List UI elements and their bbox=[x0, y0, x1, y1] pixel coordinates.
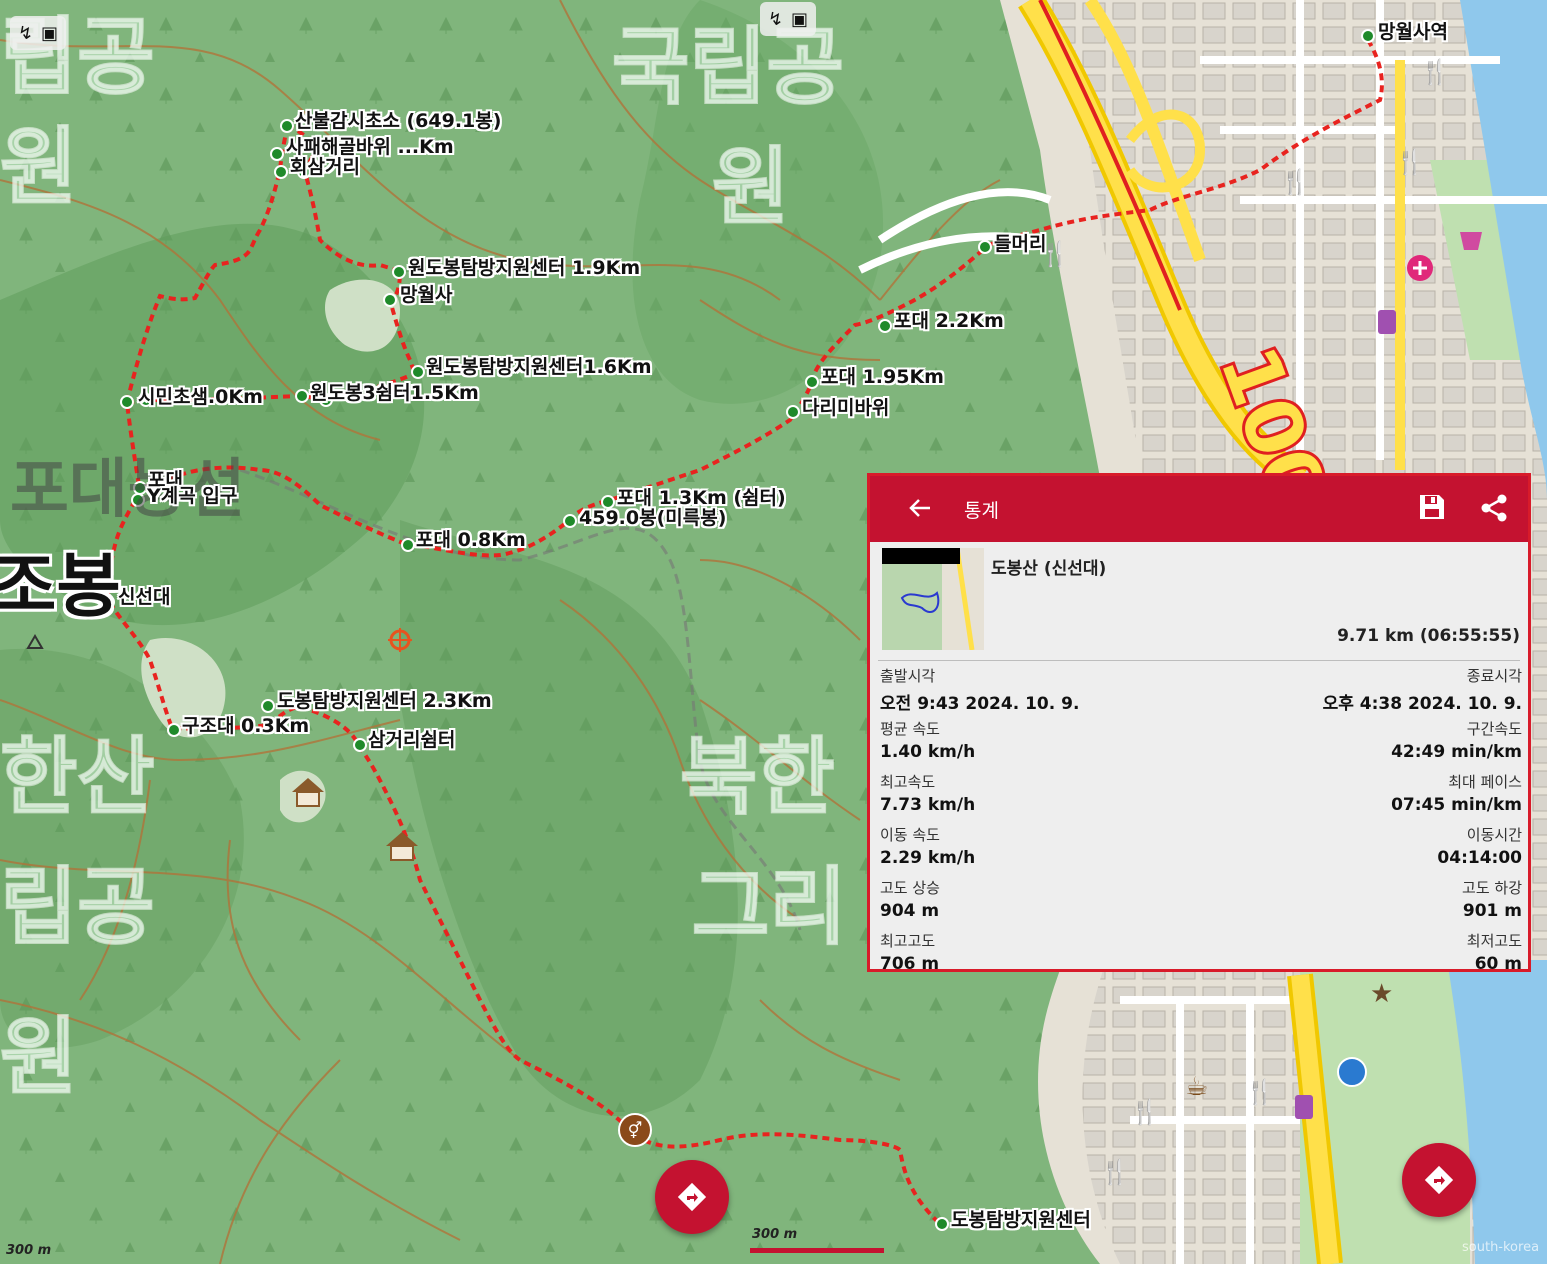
stat-label: 고도 상승 bbox=[880, 879, 940, 897]
stat-label: 출발시각 bbox=[880, 667, 936, 685]
track-header: 도봉산 (신선대) 9.71 km (06:55:55) bbox=[878, 542, 1520, 661]
svg-text:🍴: 🍴 bbox=[1245, 1078, 1275, 1106]
park-label: 원 bbox=[0, 117, 78, 217]
waypoint-label[interactable]: 회삼거리 bbox=[290, 152, 360, 179]
stat-label: 평균 속도 bbox=[880, 720, 940, 738]
navigate-icon bbox=[677, 1182, 707, 1212]
svg-text:🍴: 🍴 bbox=[1395, 148, 1425, 176]
track-thumbnail[interactable] bbox=[882, 548, 984, 650]
navigate-icon bbox=[1424, 1165, 1454, 1195]
track-summary: 9.71 km (06:55:55) bbox=[1337, 626, 1520, 646]
waypoint-label[interactable]: 삼거리쉼터 bbox=[368, 725, 455, 752]
svg-text:🍴: 🍴 bbox=[1420, 58, 1450, 86]
stat-label: 최대 페이스 bbox=[1448, 773, 1522, 791]
hospital-icon bbox=[1407, 255, 1433, 281]
track-name: 도봉산 (신선대) bbox=[991, 559, 1107, 579]
stat-label: 이동시간 bbox=[1466, 826, 1522, 844]
stat-value: 07:45 min/km bbox=[1391, 795, 1522, 815]
statistics-panel: 통계 도봉산 (신선대) 9.71 km (06:55:55) 출발시각 오전 … bbox=[867, 473, 1531, 974]
stat-row: 고도 상승 904 m 고도 하강 901 m bbox=[870, 874, 1528, 927]
navigate-button[interactable] bbox=[1402, 1143, 1476, 1217]
toolbar-title: 통계 bbox=[964, 500, 999, 522]
waypoint-label[interactable]: 포대 2.2Km bbox=[894, 306, 1004, 333]
waypoint-label[interactable]: 원도봉탐방지원센터1.6Km bbox=[426, 352, 652, 379]
stat-label: 최저고도 bbox=[1466, 932, 1522, 950]
stat-row: 평균 속도 1.40 km/h 구간속도 42:49 min/km bbox=[870, 715, 1528, 768]
waypoint-label[interactable]: Y계곡 입구 bbox=[147, 481, 237, 508]
stat-value: 2.29 km/h bbox=[880, 848, 976, 868]
waypoint-label[interactable]: 들머리 bbox=[994, 229, 1046, 256]
waypoint-label[interactable]: 신선대 bbox=[118, 582, 170, 609]
waypoint-label[interactable]: 다리미바위 bbox=[802, 393, 889, 420]
waypoint-label[interactable]: 산불감시초소 (649.1봉) bbox=[295, 106, 501, 133]
stat-value: 1.40 km/h bbox=[880, 742, 976, 762]
cafe-icon: ☕ bbox=[1185, 1072, 1208, 1102]
park-label: 한산 bbox=[0, 727, 156, 827]
layers-icon: ▣ bbox=[791, 8, 809, 29]
waypoint-label[interactable]: 포대 1.95Km bbox=[821, 362, 944, 389]
scale-bar bbox=[750, 1248, 884, 1253]
svg-text:★: ★ bbox=[1370, 979, 1393, 1009]
star-icon: ★ bbox=[1370, 979, 1393, 1009]
stat-row: 최고고도 706 m 최저고도 60 m bbox=[870, 927, 1528, 980]
map-mode-toggle[interactable]: ↯ ▣ bbox=[10, 16, 66, 50]
stat-label: 고도 하강 bbox=[1462, 879, 1522, 897]
waypoint-label[interactable]: 망월사역 bbox=[1378, 17, 1448, 44]
stat-label: 최고고도 bbox=[880, 932, 936, 950]
waypoint-label[interactable]: 망월사 bbox=[400, 280, 452, 307]
waypoint-label[interactable]: 원도봉3쉼터1.5Km bbox=[310, 378, 479, 405]
stat-label: 최고속도 bbox=[880, 773, 936, 791]
waypoint-label[interactable]: 도봉탐방지원센터 2.3Km bbox=[277, 686, 492, 713]
waypoint-label[interactable]: 시민초샘.0Km bbox=[138, 382, 263, 409]
toilet-icon: ⚥ bbox=[618, 1113, 652, 1147]
stat-label: 이동 속도 bbox=[880, 826, 940, 844]
scale-label: 300 m bbox=[6, 1243, 52, 1258]
scale-label: 300 m bbox=[752, 1227, 798, 1242]
waypoint-label[interactable]: 구조대 0.3Km bbox=[182, 711, 309, 738]
stat-row: 최고속도 7.73 km/h 최대 페이스 07:45 min/km bbox=[870, 768, 1528, 821]
map-mode-toggle[interactable]: ↯ ▣ bbox=[760, 2, 816, 36]
stat-value: 오후 4:38 2024. 10. 9. bbox=[1322, 694, 1522, 714]
stat-label: 구간속도 bbox=[1466, 720, 1522, 738]
statistics-toolbar: 통계 bbox=[870, 476, 1528, 542]
svg-text:🍴: 🍴 bbox=[1280, 168, 1310, 196]
park-label: 원 bbox=[711, 137, 790, 237]
park-label: 립공 bbox=[0, 857, 156, 957]
waypoint-label[interactable]: 459.0봉(미륵봉) bbox=[579, 503, 726, 530]
attribution-label: south-korea bbox=[1462, 1240, 1540, 1255]
stat-label: 종료시각 bbox=[1466, 667, 1522, 685]
stat-value: 904 m bbox=[880, 901, 940, 921]
stat-value: 04:14:00 bbox=[1437, 848, 1522, 868]
peak-label: 조봉 bbox=[0, 545, 121, 627]
stat-value: 7.73 km/h bbox=[880, 795, 976, 815]
svg-text:🍴: 🍴 bbox=[1100, 1158, 1130, 1186]
stat-value: 60 m bbox=[1474, 954, 1522, 974]
waypoint-label[interactable]: 포대 0.8Km bbox=[416, 525, 526, 552]
gps-lock-icon: ↯ bbox=[17, 22, 34, 43]
stat-value: 901 m bbox=[1462, 901, 1522, 921]
layers-icon: ▣ bbox=[41, 22, 59, 43]
share-icon[interactable] bbox=[1478, 492, 1510, 524]
navigate-button[interactable] bbox=[655, 1160, 729, 1234]
subway-icon bbox=[1337, 1057, 1367, 1087]
stat-value: 오전 9:43 2024. 10. 9. bbox=[880, 694, 1080, 714]
waypoint-label[interactable]: 도봉탐방지원센터 bbox=[951, 1205, 1091, 1232]
statistics-rows: 출발시각 오전 9:43 2024. 10. 9. 종료시각 오후 4:38 2… bbox=[870, 662, 1528, 980]
back-arrow-icon[interactable] bbox=[906, 494, 934, 522]
gps-lock-icon: ↯ bbox=[767, 8, 784, 29]
stat-value: 42:49 min/km bbox=[1391, 742, 1522, 762]
park-label: 북한 bbox=[679, 727, 836, 827]
park-label: 원 bbox=[0, 1007, 78, 1107]
svg-text:☕: ☕ bbox=[1185, 1072, 1208, 1102]
stat-row: 출발시각 오전 9:43 2024. 10. 9. 종료시각 오후 4:38 2… bbox=[870, 662, 1528, 715]
stat-row: 이동 속도 2.29 km/h 이동시간 04:14:00 bbox=[870, 821, 1528, 874]
park-label: 그리 bbox=[691, 857, 848, 957]
waypoint-label[interactable]: 원도봉탐방지원센터 1.9Km bbox=[408, 253, 640, 280]
save-icon[interactable] bbox=[1417, 492, 1447, 522]
svg-text:⚥: ⚥ bbox=[628, 1121, 642, 1140]
svg-text:🍴: 🍴 bbox=[1130, 1098, 1160, 1126]
stat-value: 706 m bbox=[880, 954, 940, 974]
